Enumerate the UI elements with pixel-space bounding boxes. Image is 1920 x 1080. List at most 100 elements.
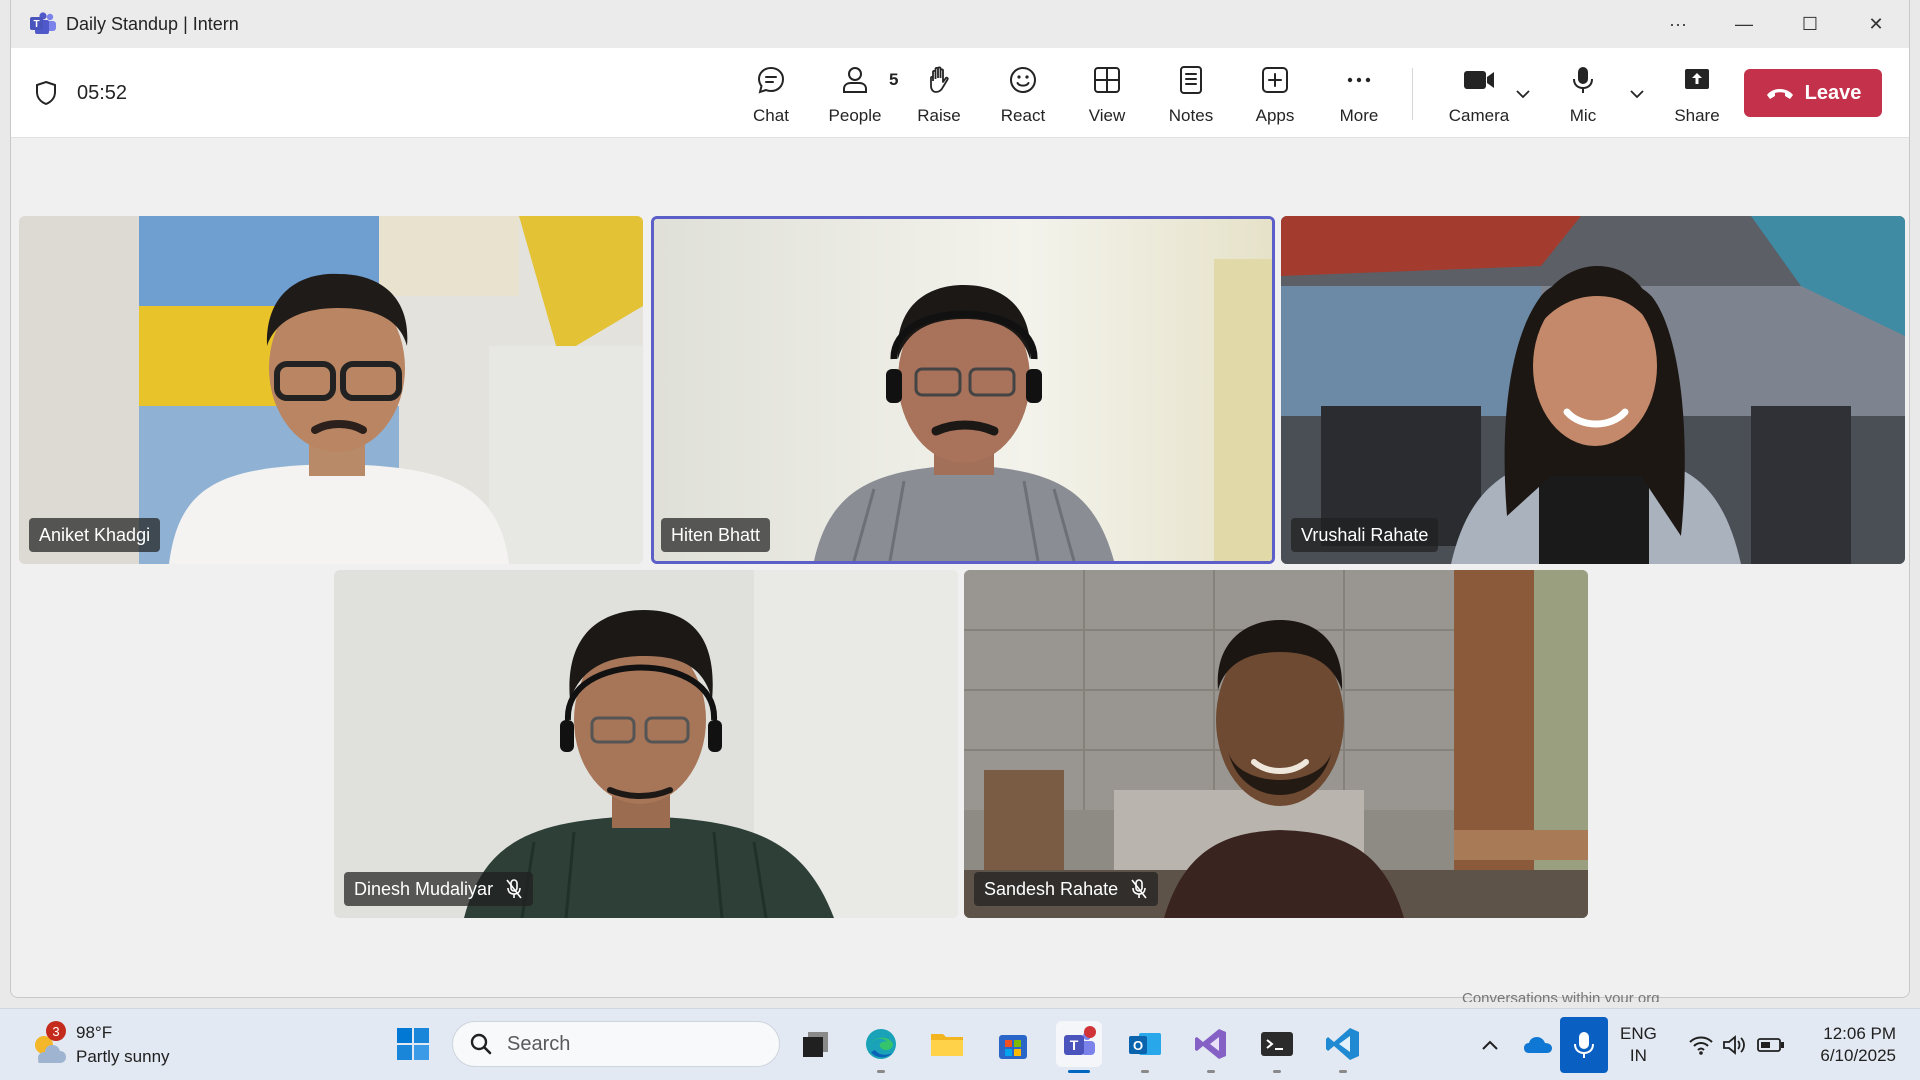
system-clock[interactable]: 12:06 PM 6/10/2025 xyxy=(1800,1023,1896,1067)
apps-button[interactable]: Apps xyxy=(1237,62,1313,128)
running-indicator xyxy=(1273,1070,1281,1073)
search-icon xyxy=(470,1033,492,1055)
video-tile[interactable]: Sandesh Rahate xyxy=(964,570,1588,918)
participant-video xyxy=(964,570,1588,918)
mic-button[interactable]: Mic xyxy=(1545,62,1621,128)
notes-label: Notes xyxy=(1168,106,1214,125)
leave-button[interactable]: Leave xyxy=(1744,69,1882,117)
share-button[interactable]: Share xyxy=(1659,62,1735,128)
volume-button[interactable] xyxy=(1720,1023,1750,1067)
microphone-icon xyxy=(1573,67,1593,93)
raise-hand-button[interactable]: Raise xyxy=(901,62,977,128)
raise-hand-icon xyxy=(930,66,949,93)
participant-name: Dinesh Mudaliyar xyxy=(354,878,494,899)
camera-label: Camera xyxy=(1448,106,1510,125)
weather-description: Partly sunny xyxy=(76,1047,170,1066)
search-placeholder: Search xyxy=(507,1032,571,1055)
participant-name-tag: Vrushali Rahate xyxy=(1291,518,1439,552)
outlook-button[interactable]: O xyxy=(1122,1021,1168,1073)
running-indicator xyxy=(1068,1070,1090,1073)
video-tile[interactable]: Vrushali Rahate xyxy=(1281,216,1905,564)
notes-button[interactable]: Notes xyxy=(1153,62,1229,128)
start-button[interactable] xyxy=(390,1021,436,1067)
task-view-button[interactable] xyxy=(792,1021,838,1067)
running-indicator xyxy=(1339,1070,1347,1073)
participant-video xyxy=(1281,216,1905,564)
edge-button[interactable] xyxy=(858,1021,904,1073)
react-button[interactable]: React xyxy=(985,62,1061,128)
maximize-button[interactable]: ☐ xyxy=(1777,0,1843,48)
voice-access-mic-button[interactable] xyxy=(1560,1017,1608,1073)
vscode-button[interactable] xyxy=(1320,1021,1366,1073)
participant-video xyxy=(334,570,958,918)
video-tile[interactable]: Dinesh Mudaliyar xyxy=(334,570,958,918)
weather-widget[interactable]: 3 98°F Partly sunny xyxy=(28,1021,228,1071)
teams-meeting-window: T Daily Standup | Intern ··· — ☐ ✕ 05:52… xyxy=(10,0,1910,998)
teams-icon: T xyxy=(1064,1026,1096,1055)
file-explorer-icon xyxy=(931,1034,963,1056)
task-view-icon xyxy=(803,1032,828,1057)
view-button[interactable]: View xyxy=(1069,62,1145,128)
onedrive-cloud-icon xyxy=(1524,1037,1552,1053)
mic-muted-icon xyxy=(1131,879,1147,899)
visual-studio-button[interactable] xyxy=(1188,1021,1234,1073)
people-icon xyxy=(843,67,867,93)
onedrive-button[interactable] xyxy=(1518,1023,1558,1067)
mic-label: Mic xyxy=(1569,106,1597,125)
clock-date: 6/10/2025 xyxy=(1820,1046,1896,1065)
participant-name-tag: Aniket Khadgi xyxy=(29,518,161,552)
participant-name-tag: Dinesh Mudaliyar xyxy=(344,872,534,906)
input-language-indicator[interactable]: ENG IN xyxy=(1620,1023,1657,1067)
view-label: View xyxy=(1088,106,1126,125)
smile-icon xyxy=(1010,67,1036,93)
camera-options-chevron-icon[interactable] xyxy=(1511,82,1535,106)
store-button[interactable] xyxy=(990,1021,1036,1067)
mic-options-chevron-icon[interactable] xyxy=(1625,82,1649,106)
svg-text:T: T xyxy=(1070,1037,1079,1053)
battery-button[interactable] xyxy=(1754,1023,1788,1067)
wifi-icon xyxy=(1689,1036,1713,1055)
teams-taskbar-button[interactable]: T xyxy=(1056,1021,1102,1073)
minimize-button[interactable]: — xyxy=(1711,0,1777,48)
participant-name-tag: Sandesh Rahate xyxy=(974,872,1159,906)
edge-icon xyxy=(866,1029,896,1059)
chat-button[interactable]: Chat xyxy=(733,62,809,128)
raise-label: Raise xyxy=(917,106,961,125)
participant-name: Vrushali Rahate xyxy=(1301,524,1429,545)
weather-temperature: 98°F xyxy=(76,1023,113,1042)
notes-icon xyxy=(1180,66,1202,94)
shield-icon[interactable] xyxy=(35,80,57,106)
title-bar: T Daily Standup | Intern ··· — ☐ ✕ xyxy=(11,0,1909,48)
video-camera-icon xyxy=(1464,71,1494,89)
apps-label: Apps xyxy=(1255,106,1295,125)
weather-notification-badge: 3 xyxy=(46,1021,66,1041)
battery-icon xyxy=(1757,1038,1784,1052)
share-screen-icon xyxy=(1685,69,1709,89)
close-button[interactable]: ✕ xyxy=(1843,0,1909,48)
clock-time: 12:06 PM xyxy=(1823,1024,1896,1043)
region-code: IN xyxy=(1629,1046,1647,1065)
meeting-timer: 05:52 xyxy=(77,82,128,104)
taskbar-search-box[interactable]: Search xyxy=(452,1021,780,1067)
more-label: More xyxy=(1339,106,1379,125)
leave-label: Leave xyxy=(1804,81,1862,104)
hang-up-icon xyxy=(1766,89,1793,99)
react-label: React xyxy=(1000,106,1046,125)
share-label: Share xyxy=(1674,106,1720,125)
chat-icon xyxy=(757,66,785,94)
terminal-button[interactable] xyxy=(1254,1021,1300,1073)
language-code: ENG xyxy=(1620,1024,1657,1043)
running-indicator xyxy=(1207,1070,1215,1073)
more-dots-icon xyxy=(1347,77,1371,83)
video-tile[interactable]: Aniket Khadgi xyxy=(19,216,643,564)
video-tile-active-speaker[interactable]: Hiten Bhatt xyxy=(651,216,1275,564)
participant-name: Hiten Bhatt xyxy=(671,524,761,545)
chevron-up-icon xyxy=(1482,1040,1498,1050)
show-hidden-icons-button[interactable] xyxy=(1470,1023,1510,1067)
title-more-button[interactable]: ··· xyxy=(1645,0,1711,48)
mic-muted-icon xyxy=(506,879,522,899)
file-explorer-button[interactable] xyxy=(924,1021,970,1067)
people-button[interactable]: 5 People xyxy=(817,62,898,128)
wifi-button[interactable] xyxy=(1686,1023,1716,1067)
more-button[interactable]: More xyxy=(1321,62,1397,128)
